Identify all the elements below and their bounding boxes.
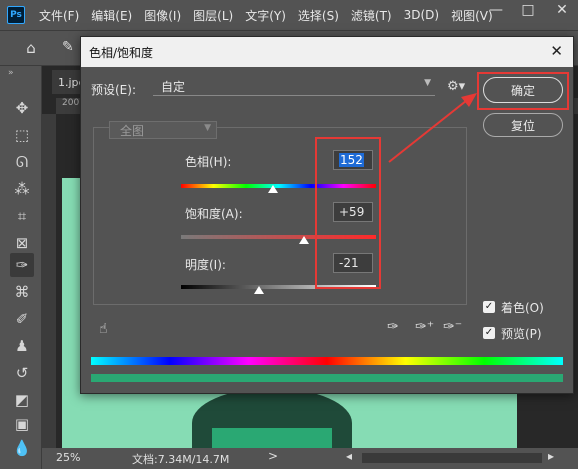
hue-slider-thumb[interactable] bbox=[268, 185, 278, 193]
input-color-bar bbox=[91, 357, 563, 365]
ruler-left bbox=[42, 114, 56, 448]
gear-icon[interactable]: ⚙▾ bbox=[447, 79, 465, 94]
ok-button[interactable]: 确定 bbox=[483, 77, 563, 103]
preview-checkbox[interactable]: ✓ bbox=[483, 327, 495, 339]
colorize-checkbox[interactable]: ✓ bbox=[483, 301, 495, 313]
hue-saturation-dialog: 色相/饱和度 ✕ 预设(E): 自定 ▼ ⚙▾ 确定 复位 全图 ▼ 色相(H)… bbox=[80, 36, 574, 394]
reset-button[interactable]: 复位 bbox=[483, 113, 563, 137]
patch-icon[interactable]: ⌘ bbox=[10, 280, 34, 304]
app-logo: Ps bbox=[7, 6, 25, 24]
zoom-level[interactable]: 25% bbox=[56, 451, 80, 464]
magic-wand-icon[interactable]: ⁂ bbox=[10, 177, 34, 201]
eyedropper-add-icon[interactable]: ✑⁺ bbox=[415, 319, 434, 335]
menu-type[interactable]: 文字(Y) bbox=[239, 7, 292, 24]
eyedropper-icon[interactable]: ✑ bbox=[387, 319, 399, 335]
chevron-down-icon: ▼ bbox=[424, 78, 431, 88]
pot-shape bbox=[212, 428, 332, 448]
colorize-label: 着色(O) bbox=[501, 301, 544, 315]
saturation-label: 饱和度(A): bbox=[185, 207, 243, 221]
channel-value: 全图 bbox=[120, 124, 145, 138]
collapse-icon[interactable]: » bbox=[8, 68, 14, 78]
saturation-slider-thumb[interactable] bbox=[299, 236, 309, 244]
history-brush-icon[interactable]: ↺ bbox=[10, 361, 34, 385]
adjustment-group bbox=[93, 127, 467, 305]
lightness-label: 明度(I): bbox=[185, 258, 226, 272]
lightness-slider-thumb[interactable] bbox=[254, 286, 264, 294]
dialog-close-button[interactable]: ✕ bbox=[550, 42, 563, 60]
menu-3d[interactable]: 3D(D) bbox=[398, 8, 445, 22]
document-info: 文档:7.34M/14.7M bbox=[132, 453, 230, 466]
scroll-right-arrow[interactable]: ▸ bbox=[548, 449, 554, 463]
eyedropper-subtract-icon[interactable]: ✑⁻ bbox=[443, 319, 462, 335]
menu-edit[interactable]: 编辑(E) bbox=[85, 7, 138, 24]
status-menu-arrow[interactable]: > bbox=[268, 449, 278, 463]
dialog-title: 色相/饱和度 bbox=[81, 37, 573, 67]
marquee-icon[interactable]: ⬚ bbox=[10, 123, 34, 147]
eyedropper-icon[interactable]: ✎ bbox=[62, 39, 74, 55]
eraser-icon[interactable]: ◩ bbox=[10, 388, 34, 412]
stamp-icon[interactable]: ♟ bbox=[10, 334, 34, 358]
output-color-bar bbox=[91, 374, 563, 382]
preset-label: 预设(E): bbox=[91, 83, 136, 97]
close-window-button[interactable]: ✕ bbox=[548, 2, 576, 18]
chevron-down-icon: ▼ bbox=[204, 123, 211, 133]
move-icon[interactable]: ✥ bbox=[10, 96, 34, 120]
photoshop-window: Ps 文件(F) 编辑(E) 图像(I) 图层(L) 文字(Y) 选择(S) 滤… bbox=[0, 0, 578, 469]
home-icon[interactable]: ⌂ bbox=[18, 39, 44, 59]
preview-label: 预览(P) bbox=[501, 327, 542, 341]
menu-filter[interactable]: 滤镜(T) bbox=[345, 7, 398, 24]
blur-icon[interactable]: 💧 bbox=[10, 436, 34, 460]
hue-label: 色相(H): bbox=[185, 155, 232, 169]
eyedropper-tool-icon[interactable]: ✑ bbox=[10, 253, 34, 277]
menu-image[interactable]: 图像(I) bbox=[138, 7, 187, 24]
minimize-button[interactable]: — bbox=[482, 2, 510, 18]
tools-panel: » ✥ ⬚ ᘏ ⁂ ⌗ ⊠ ✑ ⌘ ✐ ♟ ↺ ◩ ▣ 💧 bbox=[0, 66, 42, 469]
frame-icon[interactable]: ⊠ bbox=[10, 231, 34, 255]
menu-layer[interactable]: 图层(L) bbox=[187, 7, 239, 24]
crop-icon[interactable]: ⌗ bbox=[10, 204, 34, 228]
scroll-left-arrow[interactable]: ◂ bbox=[346, 449, 352, 463]
horizontal-scrollbar[interactable] bbox=[362, 453, 542, 463]
gradient-icon[interactable]: ▣ bbox=[10, 412, 34, 436]
maximize-button[interactable]: □ bbox=[514, 2, 542, 18]
channel-select[interactable]: 全图 ▼ bbox=[109, 121, 217, 139]
preset-select[interactable]: 自定 ▼ bbox=[153, 78, 435, 96]
status-bar: 25% 文档:7.34M/14.7M > ◂ ▸ bbox=[42, 448, 578, 469]
menu-file[interactable]: 文件(F) bbox=[33, 7, 85, 24]
hand-icon[interactable]: ☝ bbox=[99, 321, 108, 337]
lasso-icon[interactable]: ᘏ bbox=[10, 150, 34, 174]
brush-icon[interactable]: ✐ bbox=[10, 307, 34, 331]
values-highlight-box bbox=[315, 137, 381, 289]
menu-select[interactable]: 选择(S) bbox=[292, 7, 345, 24]
preset-value: 自定 bbox=[161, 80, 186, 94]
